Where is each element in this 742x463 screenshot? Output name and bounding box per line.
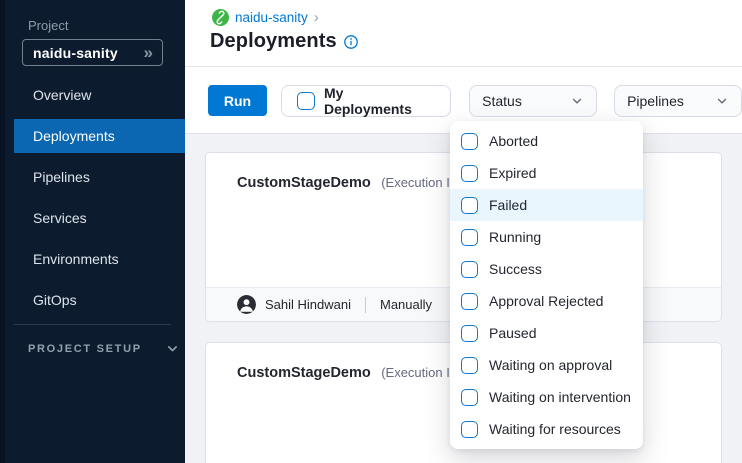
status-option-checkbox[interactable] [461,293,478,310]
my-deployments-checkbox[interactable] [297,92,315,110]
status-option-waiting-on-intervention[interactable]: Waiting on intervention [450,381,643,413]
status-option-checkbox[interactable] [461,133,478,150]
status-filter-menu: Aborted Expired Failed Running Success A… [450,121,643,449]
status-option-checkbox[interactable] [461,165,478,182]
page-title: Deployments [210,30,337,53]
chevron-down-icon [166,342,179,355]
status-option-paused[interactable]: Paused [450,317,643,349]
status-dropdown-label: Status [482,93,522,109]
app-window: Project naidu-sanity » Overview Deployme… [0,0,742,463]
status-option-checkbox[interactable] [461,261,478,278]
project-selector-value: naidu-sanity [33,45,118,61]
breadcrumb-chevron-icon: › [314,10,319,25]
status-option-checkbox[interactable] [461,421,478,438]
chevron-down-icon [715,94,729,108]
project-setup-toggle[interactable]: PROJECT SETUP [28,342,185,355]
pipeline-name[interactable]: CustomStageDemo [237,175,371,191]
status-option-failed[interactable]: Failed [450,189,643,221]
page-header: naidu-sanity › Deployments [185,0,742,67]
sidebar-item-overview[interactable]: Overview [14,78,185,112]
status-option-checkbox[interactable] [461,357,478,374]
status-dropdown[interactable]: Status [469,85,597,117]
double-chevron-icon[interactable]: » [144,44,153,61]
project-sidebar: Project naidu-sanity » Overview Deployme… [0,0,185,463]
status-option-checkbox[interactable] [461,325,478,342]
my-deployments-filter[interactable]: My Deployments [281,85,451,117]
chevron-down-icon [570,94,584,108]
my-deployments-label: My Deployments [324,85,435,117]
status-option-success[interactable]: Success [450,253,643,285]
info-icon[interactable] [344,35,358,49]
project-setup-label: PROJECT SETUP [28,343,142,355]
status-option-waiting-on-approval[interactable]: Waiting on approval [450,349,643,381]
trigger-type: Manually [380,297,432,312]
nav-rail-edge [0,0,5,463]
breadcrumb-project-link[interactable]: naidu-sanity [235,10,308,25]
status-option-approval-rejected[interactable]: Approval Rejected [450,285,643,317]
status-option-aborted[interactable]: Aborted [450,125,643,157]
pipeline-name[interactable]: CustomStageDemo [237,365,371,381]
execution-id-note: (Execution Id [381,365,457,380]
triggered-by-user: Sahil Hindwani [265,297,351,312]
sidebar-nav: Overview Deployments Pipelines Services … [0,78,185,317]
sidebar-item-gitops[interactable]: GitOps [14,283,185,317]
breadcrumb: naidu-sanity › [212,9,319,26]
status-option-checkbox[interactable] [461,197,478,214]
status-option-waiting-for-resources[interactable]: Waiting for resources [450,413,643,445]
footer-separator [365,297,366,313]
sidebar-item-pipelines[interactable]: Pipelines [14,160,185,194]
run-button[interactable]: Run [208,85,267,116]
sidebar-item-deployments[interactable]: Deployments [14,119,185,153]
pipelines-dropdown[interactable]: Pipelines [614,85,742,117]
title-row: Deployments [210,30,358,53]
status-option-expired[interactable]: Expired [450,157,643,189]
status-option-running[interactable]: Running [450,221,643,253]
status-option-checkbox[interactable] [461,389,478,406]
cd-module-icon [212,9,229,26]
sidebar-item-environments[interactable]: Environments [14,242,185,276]
user-avatar [237,295,256,314]
sidebar-divider [14,324,171,325]
project-label: Project [28,18,185,33]
execution-id-note: (Execution Id [381,175,457,190]
project-selector[interactable]: naidu-sanity » [22,39,163,66]
pipelines-dropdown-label: Pipelines [627,93,684,109]
sidebar-item-services[interactable]: Services [14,201,185,235]
status-option-checkbox[interactable] [461,229,478,246]
